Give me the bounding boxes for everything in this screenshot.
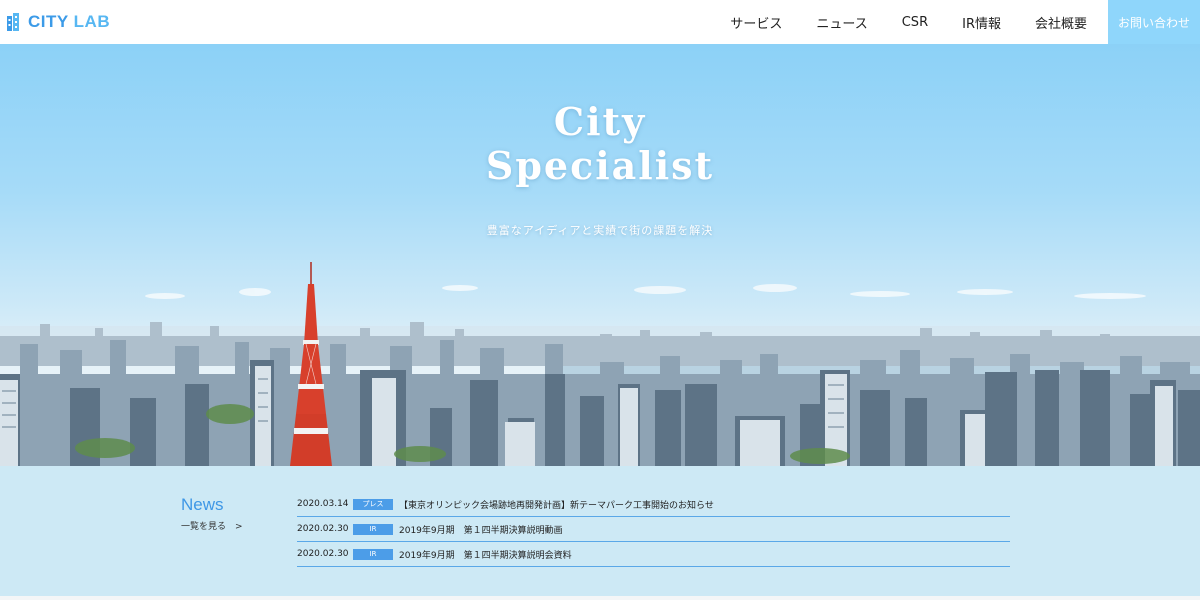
news-date: 2020.03.14 (297, 499, 349, 509)
hero-subtitle: 豊富なアイディアと実績で街の課題を解決 (486, 224, 714, 237)
building-icon (7, 13, 19, 31)
news-tag: IR (353, 548, 393, 560)
news-title: 2019年9月期 第１四半期決算説明動画 (399, 525, 563, 536)
contact-button[interactable]: お問い合わせ (1108, 0, 1200, 44)
logo-text-city: CITY (28, 12, 69, 31)
news-date: 2020.02.30 (297, 549, 349, 559)
news-title: 2019年9月期 第１四半期決算説明会資料 (399, 550, 572, 561)
hero-title: City Specialist (0, 100, 1200, 188)
news-item[interactable]: 2020.03.14 プレス 【東京オリンピック会場跡地再開発計画】新テーマパー… (297, 492, 1010, 517)
news-tag: IR (353, 523, 393, 535)
news-more-link[interactable]: 一覧を見る > (181, 519, 243, 532)
news-item[interactable]: 2020.02.30 IR 2019年9月期 第１四半期決算説明動画 (297, 517, 1010, 542)
hero-title-line2: Specialist (485, 143, 715, 188)
news-section: News 一覧を見る > 2020.03.14 プレス 【東京オリンピック会場跡… (0, 466, 1200, 600)
nav-item-company[interactable]: 会社概要 (1018, 13, 1104, 32)
logo-text-lab: LAB (73, 12, 111, 31)
nav-item-services[interactable]: サービス (713, 13, 799, 32)
news-title: 【東京オリンピック会場跡地再開発計画】新テーマパーク工事開始のお知らせ (399, 500, 714, 511)
nav-item-ir[interactable]: IR情報 (945, 13, 1018, 32)
nav-item-news[interactable]: ニュース (799, 13, 884, 32)
site-header: CITY LAB サービス ニュース CSR IR情報 会社概要 お問い合わせ (0, 0, 1200, 44)
news-date: 2020.02.30 (297, 524, 349, 534)
main-nav: サービス ニュース CSR IR情報 会社概要 お問い合わせ (713, 0, 1200, 44)
news-tag: プレス (353, 498, 393, 510)
logo[interactable]: CITY LAB (6, 0, 110, 44)
news-item[interactable]: 2020.02.30 IR 2019年9月期 第１四半期決算説明会資料 (297, 542, 1010, 567)
hero-section: City Specialist 豊富なアイディアと実績で街の課題を解決 (0, 44, 1200, 466)
nav-item-csr[interactable]: CSR (885, 15, 945, 30)
news-heading: News (181, 495, 224, 514)
footer-strip (0, 596, 1200, 600)
hero-title-line1: City (553, 99, 647, 144)
news-list: 2020.03.14 プレス 【東京オリンピック会場跡地再開発計画】新テーマパー… (297, 492, 1010, 567)
logo-text: CITY LAB (28, 12, 110, 32)
